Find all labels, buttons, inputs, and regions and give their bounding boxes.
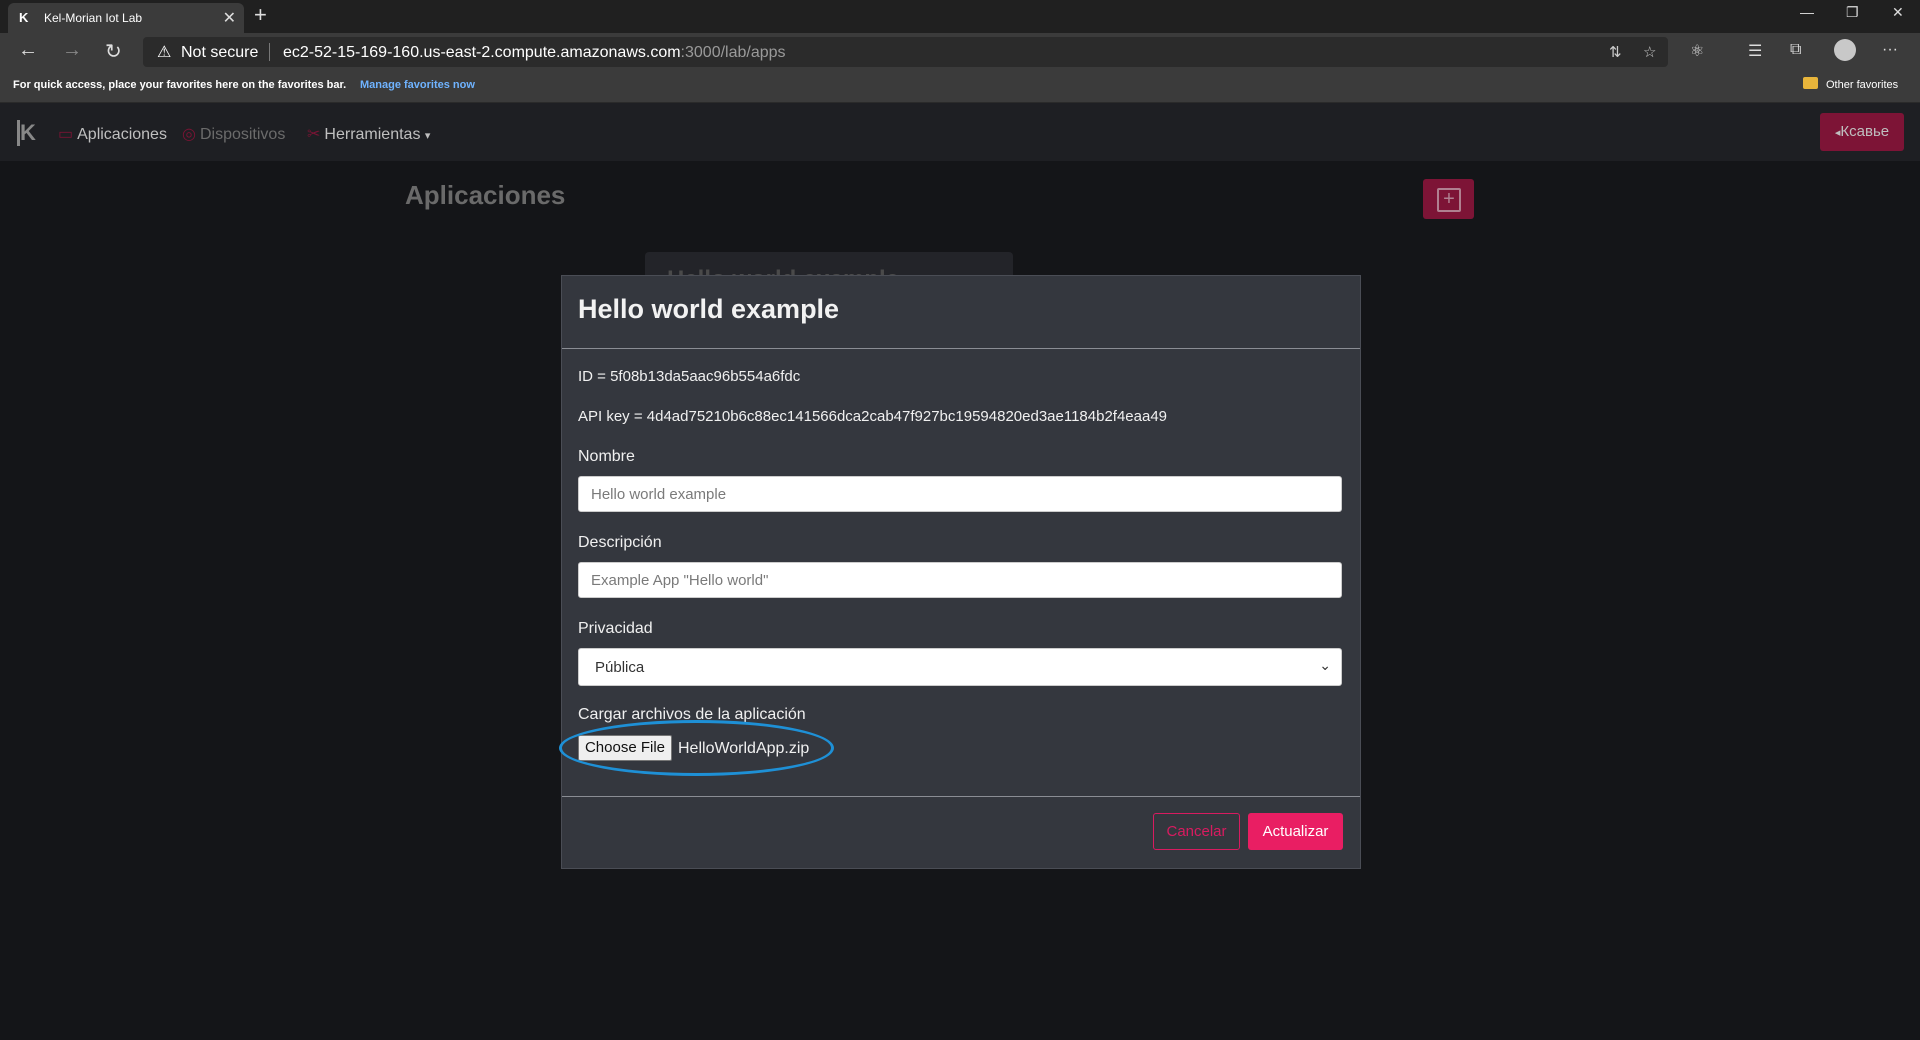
nav-devices[interactable]: ◎ Dispositivos	[182, 124, 285, 144]
logout-button[interactable]: ◂Ксавье	[1820, 113, 1904, 151]
cancel-button[interactable]: Cancelar	[1153, 813, 1240, 850]
folder-icon	[1803, 77, 1818, 89]
modal-footer: Cancelar Actualizar	[562, 796, 1360, 869]
plus-icon: +	[1437, 188, 1461, 212]
url-host: ec2-52-15-169-160.us-east-2.compute.amaz…	[283, 44, 681, 61]
profile-avatar[interactable]	[1834, 39, 1856, 61]
tools-icon: ✂	[307, 126, 321, 143]
close-tab-icon[interactable]: ✕	[223, 8, 236, 28]
caret-down-icon: ▾	[424, 130, 431, 142]
name-input[interactable]	[578, 476, 1342, 512]
restore-icon[interactable]: ❐	[1846, 4, 1859, 21]
nav-tools-label: Herramientas	[324, 126, 421, 143]
favorites-bar: For quick access, place your favorites h…	[0, 70, 1920, 103]
minimize-icon[interactable]: —	[1800, 4, 1814, 20]
nav-tools[interactable]: ✂ Herramientas ▾	[307, 124, 430, 144]
app-navbar: K ▭ Aplicaciones ◎ Dispositivos ✂ Herramien…	[0, 103, 1920, 161]
url-field[interactable]: ⚠ Not secure ec2-52-15-169-160.us-east-2…	[143, 37, 1668, 67]
url-separator	[269, 43, 270, 61]
chevron-down-icon: ⌄	[1319, 657, 1331, 673]
other-favorites[interactable]: Other favorites	[1826, 79, 1898, 91]
close-window-icon[interactable]: ✕	[1892, 4, 1904, 21]
update-button[interactable]: Actualizar	[1248, 813, 1343, 850]
edit-app-modal: Hello world example ID = 5f08b13da5aac96…	[559, 275, 1361, 869]
browser-tab[interactable]: K Kel-Morian Iot Lab ✕	[8, 3, 244, 33]
privacy-value: Pública	[595, 659, 645, 676]
favorites-icon[interactable]: ☰	[1748, 41, 1762, 61]
not-secure-label: Not secure	[181, 44, 259, 61]
description-label: Descripción	[578, 534, 662, 551]
modal-title: Hello world example	[578, 294, 840, 324]
page-title: Aplicaciones	[405, 180, 566, 210]
favorite-star-icon[interactable]: ☆	[1643, 43, 1656, 61]
extension-icon[interactable]: ⚛	[1690, 41, 1704, 61]
api-key: API key = 4d4ad75210b6c88ec141566dca2cab…	[578, 408, 1168, 425]
name-label: Nombre	[578, 448, 635, 465]
browser-tab-bar: K Kel-Morian Iot Lab ✕ + — ❐ ✕	[0, 0, 1920, 33]
app-favicon-icon: K	[19, 10, 29, 25]
privacy-select[interactable]: Pública ⌄	[578, 648, 1342, 686]
new-tab-icon[interactable]: +	[254, 2, 267, 28]
modal-header: Hello world example	[562, 276, 1360, 349]
collections-icon[interactable]: ⧉	[1790, 41, 1801, 59]
address-bar: ← → ↻ ⚠ Not secure ec2-52-15-169-160.us-…	[0, 33, 1920, 70]
nav-apps[interactable]: ▭ Aplicaciones	[58, 124, 167, 144]
manage-favorites-link[interactable]: Manage favorites now	[360, 79, 475, 91]
forward-icon[interactable]: →	[62, 39, 82, 62]
refresh-icon[interactable]: ↻	[105, 39, 122, 64]
favorites-hint: For quick access, place your favorites h…	[13, 79, 347, 91]
highlight-annotation	[559, 720, 834, 776]
apps-icon: ▭	[58, 126, 74, 143]
more-icon[interactable]: ···	[1882, 41, 1898, 59]
logout-label: Ксавье	[1840, 123, 1890, 140]
tab-title: Kel-Morian Iot Lab	[44, 11, 143, 25]
brand-logo[interactable]: K	[17, 120, 36, 146]
devices-icon: ◎	[182, 126, 196, 143]
nav-devices-label: Dispositivos	[199, 126, 286, 143]
warning-icon: ⚠	[157, 44, 172, 61]
add-app-button[interactable]: +	[1423, 179, 1474, 219]
translate-icon[interactable]: ⇅	[1609, 43, 1622, 61]
url-path: :3000/lab/apps	[680, 44, 786, 61]
description-input[interactable]	[578, 562, 1342, 598]
app-id: ID = 5f08b13da5aac96b554a6fdc	[578, 368, 801, 385]
privacy-label: Privacidad	[578, 620, 653, 637]
url-text: ec2-52-15-169-160.us-east-2.compute.amaz…	[283, 44, 786, 62]
nav-apps-label: Aplicaciones	[77, 126, 167, 143]
back-icon[interactable]: ←	[18, 39, 38, 62]
